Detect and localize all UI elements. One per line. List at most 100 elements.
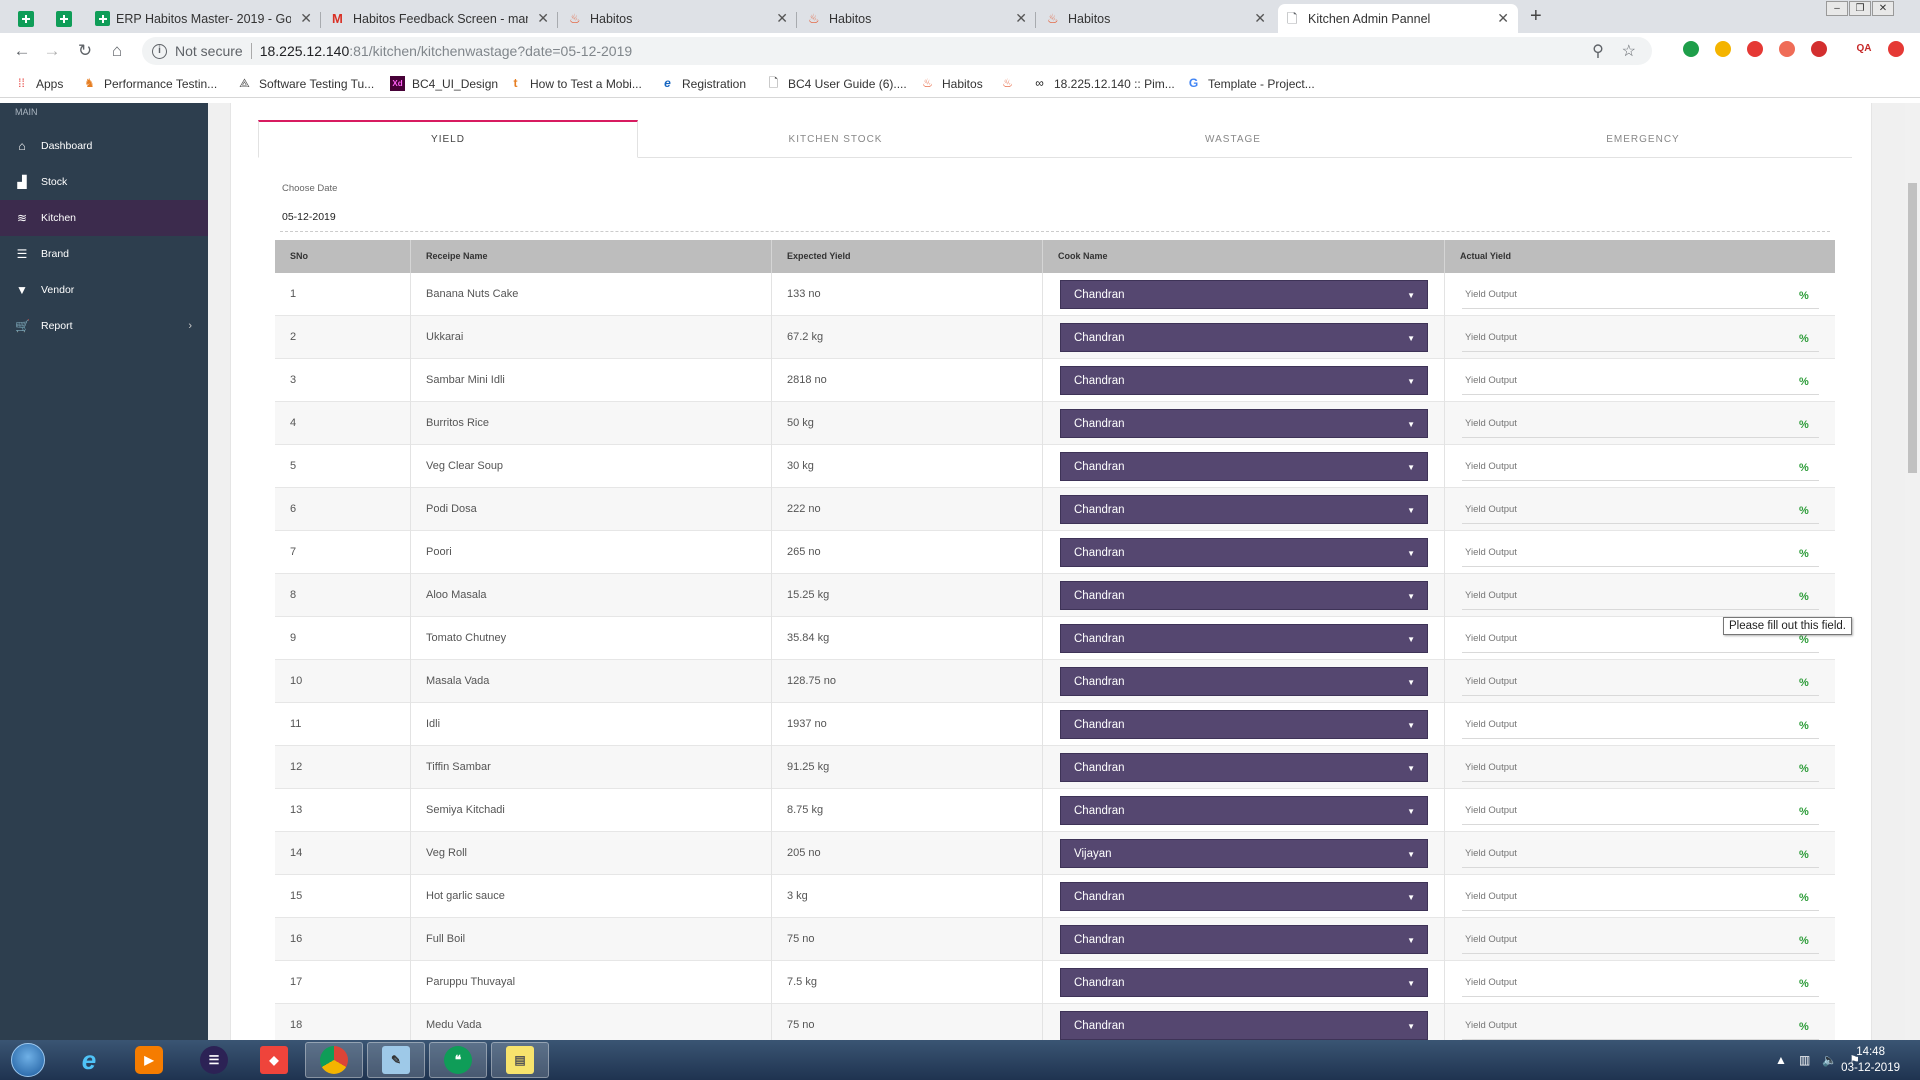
info-icon[interactable]: i (152, 43, 167, 59)
scrollbar-thumb[interactable] (1908, 183, 1917, 473)
close-icon[interactable]: ✕ (300, 10, 312, 27)
actual-yield-input[interactable] (1462, 840, 1819, 868)
pinned-tab-sheets-2[interactable] (48, 4, 80, 33)
clock[interactable]: 14:48 03-12-2019 (1841, 1044, 1900, 1076)
bookmark-item[interactable]: ♨ Habitos (920, 76, 983, 91)
star-icon[interactable]: ☆ (1622, 43, 1636, 60)
sidebar-item-dashboard[interactable]: ⌂ Dashboard (0, 128, 208, 164)
bookmark-item[interactable]: G Template - Project... (1186, 76, 1315, 91)
cook-select[interactable]: Chandran ▼ (1060, 495, 1428, 524)
extension-icon[interactable] (1715, 41, 1731, 57)
cook-select[interactable]: Chandran ▼ (1060, 409, 1428, 438)
actual-yield-input[interactable] (1462, 453, 1819, 481)
cook-select[interactable]: Chandran ▼ (1060, 280, 1428, 309)
cook-select[interactable]: Chandran ▼ (1060, 753, 1428, 782)
sidebar-item-brand[interactable]: ☰ Brand (0, 236, 208, 272)
taskbar-anydesk[interactable]: ◆ (245, 1042, 303, 1078)
actual-yield-input[interactable] (1462, 711, 1819, 739)
cook-select[interactable]: Chandran ▼ (1060, 667, 1428, 696)
restore-button[interactable]: ❐ (1849, 1, 1871, 16)
cook-select[interactable]: Chandran ▼ (1060, 538, 1428, 567)
actual-yield-input[interactable] (1462, 754, 1819, 782)
cook-select[interactable]: Chandran ▼ (1060, 452, 1428, 481)
page-scrollbar[interactable] (1905, 103, 1920, 1040)
back-icon[interactable]: ← (12, 41, 32, 61)
taskbar-hangouts[interactable]: ❝ (429, 1042, 487, 1078)
cook-select[interactable]: Chandran ▼ (1060, 925, 1428, 954)
cook-select[interactable]: Chandran ▼ (1060, 581, 1428, 610)
pinned-tab-sheets-1[interactable] (10, 4, 42, 33)
cook-select[interactable]: Chandran ▼ (1060, 323, 1428, 352)
tab-wastage[interactable]: WASTAGE (1033, 120, 1433, 158)
cook-select[interactable]: Chandran ▼ (1060, 882, 1428, 911)
close-icon[interactable]: ✕ (1015, 10, 1027, 27)
cook-select[interactable]: Chandran ▼ (1060, 1011, 1428, 1040)
date-input[interactable]: 05-12-2019 (282, 211, 336, 223)
close-icon[interactable]: ✕ (1497, 10, 1509, 27)
sidebar-item-kitchen[interactable]: ≋ Kitchen (0, 200, 208, 236)
actual-yield-input[interactable] (1462, 582, 1819, 610)
browser-tab[interactable]: ♨ Habitos ✕ (1038, 4, 1275, 33)
taskbar-ie[interactable]: e (60, 1042, 118, 1078)
tab-yield[interactable]: YIELD (258, 120, 638, 158)
browser-tab-active[interactable]: 🗋 Kitchen Admin Pannel ✕ (1278, 4, 1518, 33)
actual-yield-input[interactable] (1462, 668, 1819, 696)
taskbar-chrome[interactable] (305, 1042, 363, 1078)
taskbar-notepad[interactable]: ✎ (367, 1042, 425, 1078)
actual-yield-input[interactable] (1462, 539, 1819, 567)
sidebar-item-report[interactable]: 🛒 Report › (0, 308, 208, 344)
close-icon[interactable]: ✕ (776, 10, 788, 27)
zoom-icon[interactable]: ⚲ (1592, 43, 1604, 60)
minimize-button[interactable]: – (1826, 1, 1848, 16)
sidebar-item-stock[interactable]: ▟ Stock (0, 164, 208, 200)
actual-yield-input[interactable] (1462, 410, 1819, 438)
reload-icon[interactable]: ↻ (75, 41, 95, 61)
browser-tab[interactable]: ERP Habitos Master- 2019 - Goog ✕ (86, 4, 321, 33)
actual-yield-input[interactable] (1462, 1012, 1819, 1040)
bookmark-item[interactable]: Xd BC4_UI_Design (390, 76, 498, 91)
actual-yield-input[interactable] (1462, 324, 1819, 352)
bookmark-item[interactable]: e Registration (660, 76, 746, 91)
browser-tab[interactable]: ♨ Habitos ✕ (560, 4, 797, 33)
cook-select[interactable]: Chandran ▼ (1060, 366, 1428, 395)
taskbar-sticky-notes[interactable]: ▤ (491, 1042, 549, 1078)
start-button[interactable] (4, 1041, 52, 1079)
bookmark-item[interactable]: t How to Test a Mobi... (508, 76, 642, 91)
actual-yield-input[interactable] (1462, 969, 1819, 997)
taskbar-media[interactable]: ▶ (120, 1042, 178, 1078)
sidebar-item-vendor[interactable]: ▼ Vendor (0, 272, 208, 308)
forward-icon[interactable]: → (42, 41, 62, 61)
extension-icon[interactable] (1811, 41, 1827, 57)
actual-yield-input[interactable] (1462, 496, 1819, 524)
actual-yield-input[interactable] (1462, 281, 1819, 309)
actual-yield-input[interactable] (1462, 926, 1819, 954)
bookmark-apps[interactable]: ⁞⁞ Apps (14, 76, 63, 91)
browser-tab[interactable]: M Habitos Feedback Screen - manil ✕ (323, 4, 558, 33)
volume-icon[interactable]: 🔈 (1822, 1053, 1837, 1067)
extension-icon[interactable]: QA (1856, 41, 1872, 57)
actual-yield-input[interactable] (1462, 367, 1819, 395)
home-icon[interactable]: ⌂ (107, 41, 127, 61)
cook-select[interactable]: Vijayan ▼ (1060, 839, 1428, 868)
extension-icon[interactable] (1683, 41, 1699, 57)
browser-tab[interactable]: ♨ Habitos ✕ (799, 4, 1036, 33)
actual-yield-input[interactable] (1462, 797, 1819, 825)
cook-select[interactable]: Chandran ▼ (1060, 710, 1428, 739)
update-icon[interactable] (1888, 41, 1904, 57)
bookmark-item[interactable]: ♞ Performance Testin... (82, 76, 217, 91)
omnibox[interactable]: i Not secure 18.225.12.140 :81/kitchen/k… (142, 37, 1652, 65)
bookmark-item[interactable]: ⟁ Software Testing Tu... (237, 76, 374, 91)
tray-expand-icon[interactable]: ▲ (1775, 1053, 1787, 1067)
bookmark-item[interactable]: ∞ 18.225.12.140 :: Pim... (1032, 76, 1175, 91)
new-tab-button[interactable]: + (1530, 5, 1542, 28)
cook-select[interactable]: Chandran ▼ (1060, 624, 1428, 653)
network-icon[interactable]: ▥ (1799, 1053, 1810, 1067)
cook-select[interactable]: Chandran ▼ (1060, 796, 1428, 825)
close-icon[interactable]: ✕ (537, 10, 549, 27)
actual-yield-input[interactable] (1462, 883, 1819, 911)
extension-icon[interactable] (1747, 41, 1763, 57)
tab-kitchen-stock[interactable]: KITCHEN STOCK (638, 120, 1033, 158)
taskbar-eclipse[interactable]: ☰ (185, 1042, 243, 1078)
tab-emergency[interactable]: EMERGENCY (1433, 120, 1853, 158)
bookmark-item[interactable]: 🗋 BC4 User Guide (6).... (766, 76, 907, 91)
